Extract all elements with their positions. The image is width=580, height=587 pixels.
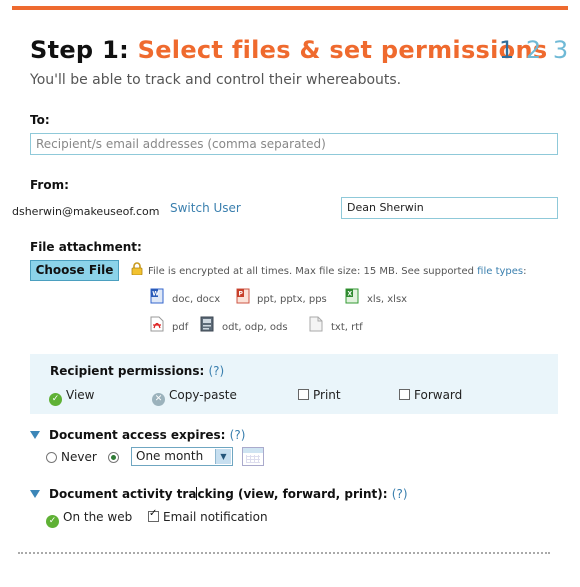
- permission-print-label: Print: [313, 388, 341, 402]
- forward-checkbox[interactable]: [399, 389, 410, 400]
- expires-never-option[interactable]: Never: [46, 450, 97, 464]
- excel-icon: X: [345, 288, 359, 304]
- expiry-period-select[interactable]: One month ▼: [131, 447, 233, 466]
- open-document-icon: [200, 316, 214, 332]
- type-text: txt, rtf: [331, 322, 363, 333]
- sender-name-input[interactable]: Dean Sherwin: [341, 197, 558, 219]
- pdf-icon: [150, 316, 164, 332]
- permission-copy-paste-label: Copy-paste: [169, 388, 237, 402]
- sender-email: dsherwin@makeuseof.com: [12, 205, 160, 218]
- expiry-selected-value: One month: [136, 449, 204, 463]
- tracking-help-link[interactable]: (?): [392, 487, 408, 501]
- step-3-link[interactable]: 3: [553, 36, 568, 64]
- print-checkbox[interactable]: [298, 389, 309, 400]
- recipient-permissions-panel: [30, 354, 558, 414]
- expires-custom-option[interactable]: [108, 450, 123, 464]
- access-expires-title: Document access expires: (?): [49, 428, 245, 442]
- activity-tracking-title: Document activity tracking (view, forwar…: [49, 487, 408, 501]
- access-expires-text: Document access expires:: [49, 428, 226, 442]
- permission-print[interactable]: Print: [298, 388, 341, 402]
- permissions-help-link[interactable]: (?): [208, 364, 224, 378]
- never-label: Never: [61, 450, 97, 464]
- step-1-link[interactable]: 1: [499, 36, 514, 64]
- permissions-title-text: Recipient permissions:: [50, 364, 205, 378]
- permission-forward[interactable]: Forward: [399, 388, 462, 402]
- switch-user-link[interactable]: Switch User: [170, 201, 241, 215]
- choose-file-button[interactable]: Choose File: [30, 260, 119, 281]
- type-word: doc, docx: [172, 294, 221, 305]
- section-divider: [18, 552, 550, 554]
- on-web-label: On the web: [63, 510, 133, 524]
- tracking-on-web[interactable]: ✓ On the web: [46, 510, 132, 528]
- permission-forward-label: Forward: [414, 388, 463, 402]
- step-indicator: 1 2 3: [499, 36, 572, 64]
- step-prefix: Step 1:: [30, 36, 129, 64]
- type-open-document: odt, odp, ods: [222, 322, 288, 333]
- email-notification-label: Email notification: [163, 510, 268, 524]
- file-attachment-label: File attachment:: [30, 240, 142, 254]
- type-excel: xls, xlsx: [367, 294, 408, 305]
- calendar-icon[interactable]: [242, 447, 264, 466]
- permission-view[interactable]: ✓ View: [49, 388, 94, 406]
- svg-text:W: W: [152, 291, 159, 298]
- type-powerpoint: ppt, pptx, pps: [257, 294, 327, 305]
- type-pdf: pdf: [172, 322, 189, 333]
- expand-triangle-icon[interactable]: [30, 490, 40, 498]
- dropdown-arrow-icon: ▼: [215, 449, 231, 464]
- word-doc-icon: W: [150, 288, 164, 304]
- powerpoint-icon: P: [236, 288, 250, 304]
- blocked-circle-icon: ✕: [152, 393, 165, 406]
- file-types-link[interactable]: file types: [477, 266, 523, 277]
- svg-text:X: X: [348, 291, 353, 298]
- svg-text:P: P: [239, 291, 244, 298]
- tracking-email-notification[interactable]: Email notification: [148, 508, 268, 524]
- top-accent-bar: [12, 6, 568, 10]
- tracking-title-part2: cking (view, forward, print):: [197, 487, 388, 501]
- tracking-title-part1: Document activity tra: [49, 487, 197, 501]
- encryption-note: File is encrypted at all times. Max file…: [148, 266, 527, 277]
- permission-view-label: View: [66, 388, 95, 402]
- page-title: Step 1: Select files & set permissions: [30, 36, 547, 64]
- lock-icon: [131, 262, 143, 275]
- recipient-permissions-title: Recipient permissions: (?): [50, 364, 224, 378]
- check-circle-icon: ✓: [49, 393, 62, 406]
- never-radio[interactable]: [46, 452, 57, 463]
- custom-expiry-radio[interactable]: [108, 452, 119, 463]
- check-circle-icon: ✓: [46, 515, 59, 528]
- email-notification-checkbox[interactable]: [148, 508, 159, 522]
- recipient-email-input[interactable]: Recipient/s email addresses (comma separ…: [30, 133, 558, 155]
- text-file-icon: [309, 316, 323, 332]
- encryption-note-suffix: :: [523, 266, 527, 277]
- from-label: From:: [30, 178, 69, 192]
- encryption-note-text: File is encrypted at all times. Max file…: [148, 266, 474, 277]
- step-title: Select files & set permissions: [137, 36, 548, 64]
- page-subtitle: You'll be able to track and control thei…: [30, 72, 402, 88]
- to-label: To:: [30, 113, 50, 127]
- expires-help-link[interactable]: (?): [230, 428, 246, 442]
- permission-copy-paste[interactable]: ✕ Copy-paste: [152, 388, 237, 406]
- step-2-link[interactable]: 2: [526, 36, 541, 64]
- expand-triangle-icon[interactable]: [30, 431, 40, 439]
